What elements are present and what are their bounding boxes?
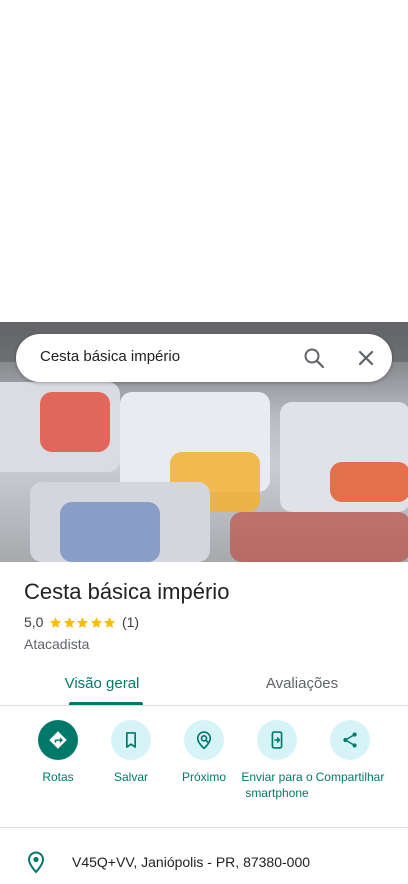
tab-reviews[interactable]: Avaliações — [204, 664, 400, 706]
search-input[interactable]: Cesta básica império — [40, 348, 180, 365]
divider — [0, 827, 408, 828]
search-bar[interactable]: Cesta básica império — [16, 334, 392, 382]
directions-icon — [38, 720, 78, 760]
star-icon — [63, 616, 76, 628]
photo-detail — [40, 392, 110, 452]
share-icon — [330, 720, 370, 760]
send-to-phone-label: Enviar para o smartphone — [241, 770, 313, 800]
map-blank-area — [0, 0, 408, 322]
active-tab-indicator — [69, 702, 143, 705]
nearby-label: Próximo — [181, 770, 226, 784]
share-label: Compartilhar — [315, 770, 385, 784]
nearby-icon — [184, 720, 224, 760]
bookmark-icon — [111, 720, 151, 760]
address-text: V45Q+VV, Janiópolis - PR, 87380-000 — [72, 854, 311, 870]
nearby-button[interactable]: Próximo — [164, 720, 244, 785]
review-count[interactable]: (1) — [122, 614, 139, 630]
place-category: Atacadista — [24, 636, 90, 652]
save-button[interactable]: Salvar — [91, 720, 171, 785]
tab-bar: Visão geral Avaliações — [0, 664, 408, 706]
tab-overview[interactable]: Visão geral — [0, 664, 204, 706]
address-row[interactable]: V45Q+VV, Janiópolis - PR, 87380-000 — [0, 846, 408, 878]
star-icon — [90, 616, 103, 628]
star-icon — [50, 616, 62, 628]
search-icon[interactable] — [302, 346, 326, 370]
action-buttons: Rotas Salvar Próximo Enviar para o smart… — [0, 720, 408, 824]
star-icon — [104, 616, 116, 628]
share-button[interactable]: Compartilhar — [310, 720, 390, 785]
save-label: Salvar — [113, 770, 148, 784]
place-title: Cesta básica império — [24, 579, 230, 604]
directions-label: Rotas — [42, 770, 74, 784]
photo-detail — [230, 512, 408, 562]
star-rating — [49, 616, 117, 629]
send-to-phone-icon — [257, 720, 297, 760]
close-icon[interactable] — [354, 346, 378, 370]
star-icon — [77, 616, 89, 628]
photo-detail — [330, 462, 408, 502]
rating-value: 5,0 — [24, 614, 44, 630]
directions-button[interactable]: Rotas — [18, 720, 98, 785]
rating-row[interactable]: 5,0 (1) — [24, 614, 139, 630]
send-to-phone-button[interactable]: Enviar para o smartphone — [237, 720, 317, 801]
photo-detail — [60, 502, 160, 562]
location-pin-icon — [24, 850, 48, 874]
